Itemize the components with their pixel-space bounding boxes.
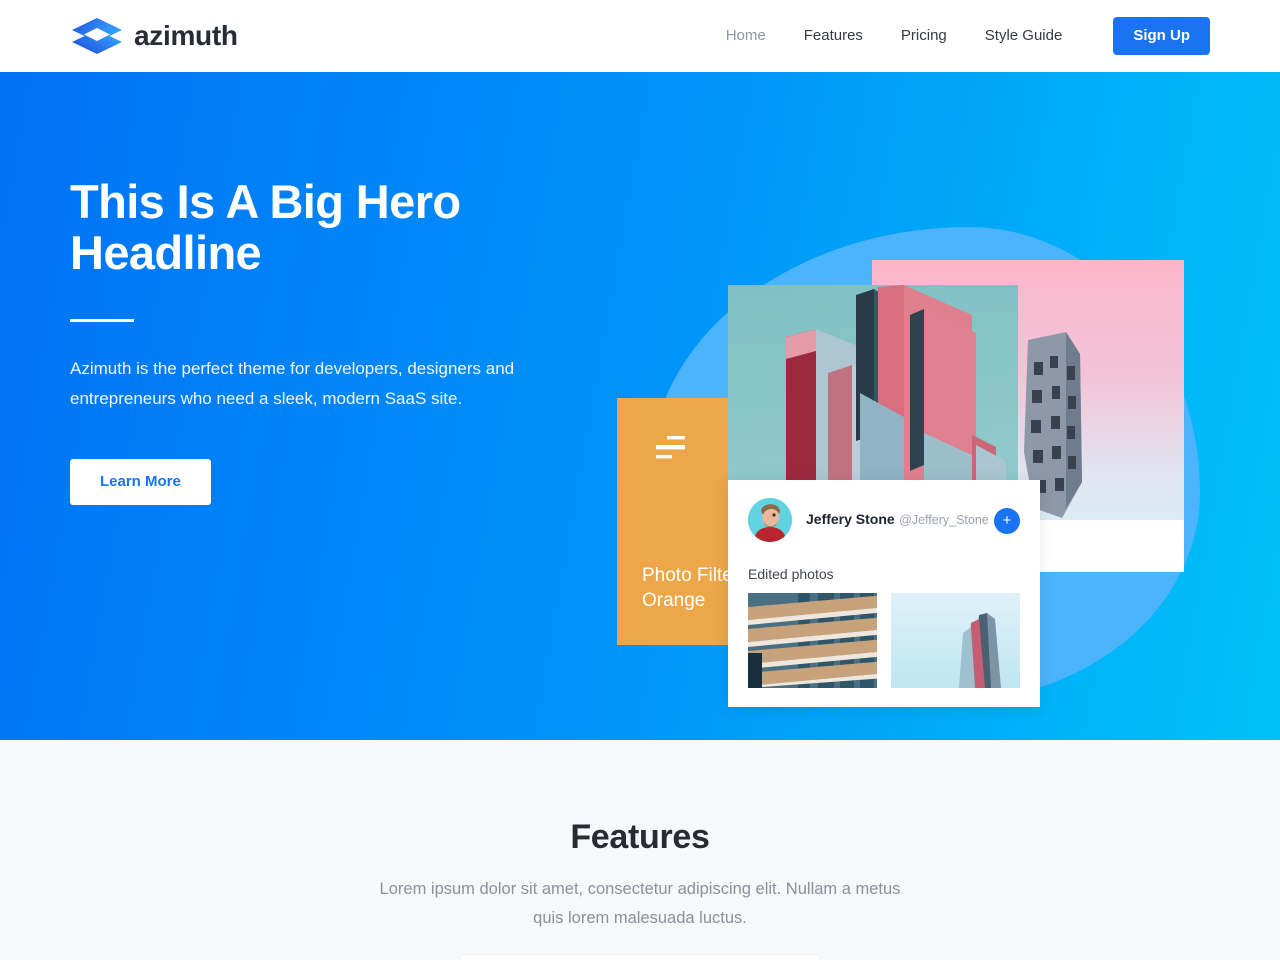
sign-up-button[interactable]: Sign Up	[1113, 17, 1210, 55]
feature-card-peek	[460, 954, 820, 960]
site-header: azimuth Home Features Pricing Style Guid…	[0, 0, 1280, 72]
nav-item-features[interactable]: Features	[785, 0, 882, 72]
profile-header-row: Jeffery Stone @Jeffery_Stone +	[728, 480, 1040, 542]
hero-divider	[70, 318, 134, 322]
filter-sliders-icon	[656, 436, 685, 459]
features-subtitle: Lorem ipsum dolor sit amet, consectetur …	[379, 880, 901, 927]
features-section: Features Lorem ipsum dolor sit amet, con…	[0, 740, 1280, 960]
hero-illustration: Photo Filter Orange Jeffery Stone @Jeffe…	[600, 72, 1280, 740]
edited-photos-thumbnails	[728, 582, 1040, 688]
thumbnail-balcony-building[interactable]	[748, 593, 877, 688]
thumbnail-pink-tower[interactable]	[891, 593, 1020, 688]
brand-logo-link[interactable]: azimuth	[70, 16, 238, 56]
profile-handle: @Jeffery_Stone	[899, 513, 989, 528]
brand-name: azimuth	[134, 20, 238, 51]
nav-item-home[interactable]: Home	[707, 0, 785, 72]
hero-subtitle: Azimuth is the perfect theme for develop…	[70, 358, 515, 408]
page-title: This Is A Big Hero Headline	[70, 175, 461, 279]
profile-name: Jeffery Stone	[806, 511, 895, 528]
nav-item-pricing[interactable]: Pricing	[882, 0, 966, 72]
add-follow-button[interactable]: +	[994, 508, 1020, 534]
features-title: Features	[570, 818, 710, 856]
hero-section: This Is A Big Hero Headline Azimuth is t…	[0, 72, 1280, 740]
profile-card: Jeffery Stone @Jeffery_Stone + Edited ph…	[728, 480, 1040, 707]
main-architecture-photo	[728, 285, 1018, 485]
nav-item-style-guide[interactable]: Style Guide	[966, 0, 1082, 72]
hero-copy: This Is A Big Hero Headline Azimuth is t…	[70, 175, 570, 505]
primary-nav: Home Features Pricing Style Guide Sign U…	[707, 0, 1210, 72]
learn-more-button[interactable]: Learn More	[70, 459, 211, 505]
edited-photos-label: Edited photos	[748, 566, 834, 582]
diamond-stack-logo-icon	[70, 16, 124, 56]
profile-identity: Jeffery Stone @Jeffery_Stone	[806, 510, 989, 529]
avatar	[748, 498, 792, 542]
